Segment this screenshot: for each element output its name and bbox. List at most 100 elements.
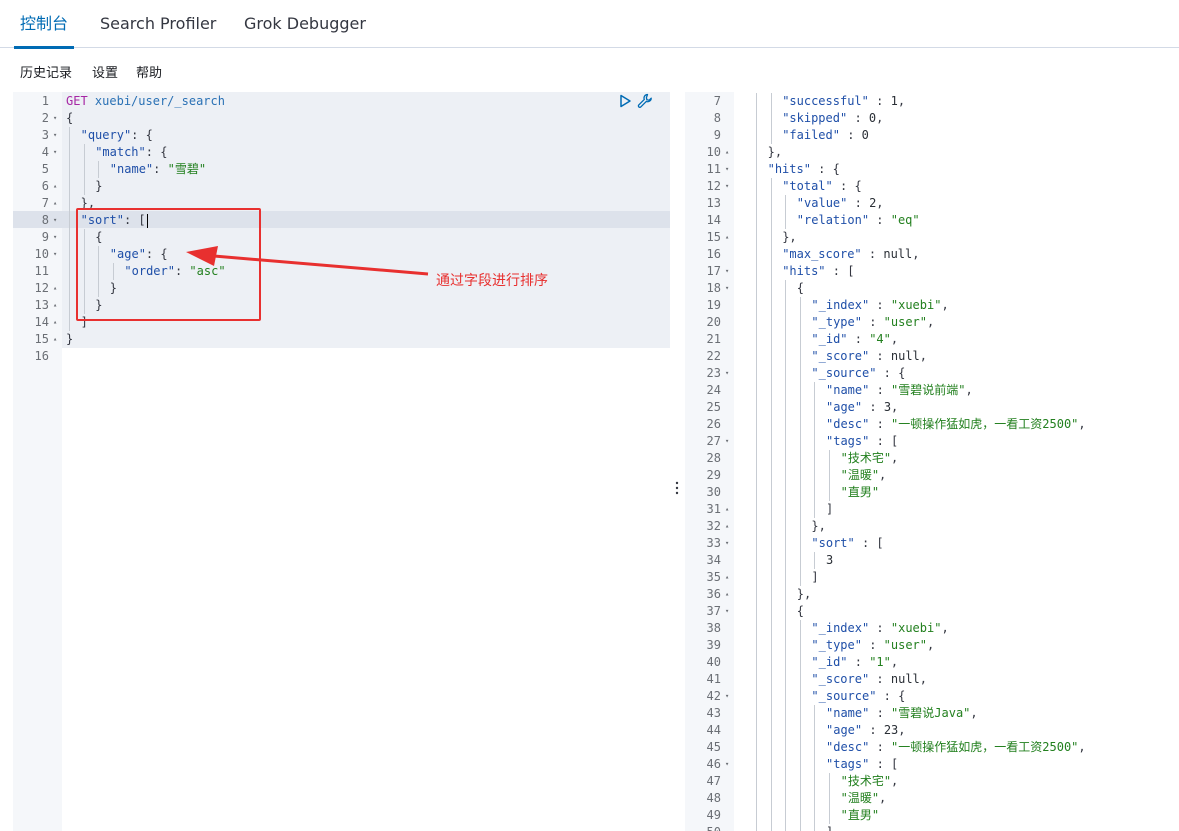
wrench-icon[interactable] [637, 93, 653, 109]
indent-guide [785, 671, 787, 688]
fold-open-icon[interactable]: ▾ [725, 433, 729, 450]
fold-close-icon[interactable]: ▴ [53, 195, 57, 212]
response-output[interactable]: 7 "successful" : 1, 8 "skipped" : 0, 9 "faile… [685, 92, 1179, 831]
indent-guide [799, 297, 801, 314]
indent-guide [785, 212, 787, 229]
indent-guide [785, 705, 787, 722]
code-token: : [862, 400, 884, 414]
line-number: 8 [713, 111, 721, 125]
indent-guide [770, 246, 772, 263]
fold-open-icon[interactable]: ▾ [725, 756, 729, 773]
indent-guide [756, 569, 757, 586]
code-token: "tags" [826, 757, 870, 771]
fold-open-icon[interactable]: ▾ [725, 603, 729, 620]
indent-guide [799, 705, 801, 722]
indent-guide [770, 671, 772, 688]
fold-close-icon[interactable]: ▴ [725, 586, 729, 603]
response-line: 37 ▾ { [685, 603, 1179, 620]
fold-open-icon[interactable]: ▾ [53, 110, 57, 127]
indent-guide [756, 110, 757, 127]
fold-close-icon[interactable]: ▴ [53, 280, 57, 297]
play-icon[interactable] [618, 94, 632, 108]
fold-open-icon[interactable]: ▾ [725, 263, 729, 280]
fold-close-icon[interactable]: ▴ [725, 229, 729, 246]
fold-close-icon[interactable]: ▴ [725, 144, 729, 161]
fold-close-icon[interactable]: ▴ [53, 178, 57, 195]
fold-close-icon[interactable]: ▴ [53, 314, 57, 331]
indent-guide [69, 297, 70, 314]
indent-guide [770, 365, 772, 382]
code-token: , [891, 400, 899, 414]
code-text: { [66, 110, 73, 127]
code-text: "_type" : "user", [811, 637, 934, 654]
menu-help[interactable]: 帮助 [136, 64, 162, 84]
fold-open-icon[interactable]: ▾ [53, 246, 57, 263]
response-line: 30 "直男" [685, 484, 1179, 501]
indent-guide [756, 484, 757, 501]
menu-history[interactable]: 历史记录 [20, 64, 72, 84]
fold-open-icon[interactable]: ▾ [725, 365, 729, 382]
code-text: 3 [826, 552, 833, 569]
code-text: "desc" : "一顿操作猛如虎，一看工资2500", [826, 739, 1086, 756]
line-number: 30 [706, 485, 721, 499]
code-token: "_id" [811, 332, 848, 346]
fold-close-icon[interactable]: ▴ [725, 824, 729, 831]
indent-guide [770, 416, 772, 433]
indent-guide [799, 501, 801, 518]
indent-guide [814, 705, 816, 722]
line-number: 36 [706, 587, 721, 601]
tab-grok-debugger[interactable]: Grok Debugger [244, 0, 366, 48]
indent-guide [69, 195, 70, 212]
menu-settings[interactable]: 设置 [92, 64, 118, 84]
fold-open-icon[interactable]: ▾ [53, 144, 57, 161]
indent-guide [785, 552, 787, 569]
code-token: "一顿操作猛如虎，一看工资2500" [891, 417, 1079, 431]
code-token: : [ [869, 434, 899, 448]
code-text: "温暖", [841, 467, 887, 484]
fold-open-icon[interactable]: ▾ [53, 212, 57, 229]
indent-guide [814, 756, 816, 773]
tab-bar: 控制台 Search Profiler Grok Debugger [0, 0, 1179, 49]
indent-guide [770, 450, 772, 467]
fold-open-icon[interactable]: ▾ [725, 535, 729, 552]
indent-guide [785, 416, 787, 433]
fold-open-icon[interactable]: ▾ [725, 178, 729, 195]
fold-close-icon[interactable]: ▴ [725, 518, 729, 535]
indent-guide [69, 229, 70, 246]
fold-open-icon[interactable]: ▾ [53, 229, 57, 246]
line-number: 27 [706, 434, 721, 448]
code-token: : [861, 315, 884, 329]
code-token: , [897, 94, 906, 108]
indent-guide [756, 688, 757, 705]
line-number: 9 [41, 230, 49, 244]
indent-guide [756, 399, 757, 416]
indent-guide [814, 552, 816, 569]
line-number: 16 [34, 349, 49, 363]
line-number: 7 [41, 196, 49, 210]
indent-guide [756, 773, 757, 790]
code-token: "xuebi" [890, 298, 942, 312]
response-line: 49 "直男" [685, 807, 1179, 824]
indent-guide [770, 501, 772, 518]
fold-close-icon[interactable]: ▴ [725, 501, 729, 518]
fold-open-icon[interactable]: ▾ [725, 161, 729, 178]
fold-open-icon[interactable]: ▾ [725, 688, 729, 705]
line-number: 10 [706, 145, 721, 159]
fold-close-icon[interactable]: ▴ [53, 297, 57, 314]
tab-search-profiler[interactable]: Search Profiler [100, 0, 216, 48]
tab-console[interactable]: 控制台 [13, 0, 75, 49]
indent-guide [770, 382, 772, 399]
indent-guide [785, 620, 787, 637]
line-number: 42 [706, 689, 721, 703]
fold-close-icon[interactable]: ▴ [53, 331, 57, 348]
fold-close-icon[interactable]: ▴ [725, 569, 729, 586]
line-number: 3 [41, 128, 49, 142]
fold-open-icon[interactable]: ▾ [725, 280, 729, 297]
response-line: 28 "技术宅", [685, 450, 1179, 467]
resize-handle-icon[interactable] [674, 480, 680, 496]
fold-open-icon[interactable]: ▾ [53, 127, 57, 144]
request-editor[interactable]: 1 GET xuebi/user/_search 2 ▾{3 ▾ "query": {4 ▾… [13, 92, 670, 831]
indent-guide [799, 824, 801, 831]
line-number: 33 [706, 536, 721, 550]
code-token: "sort" [811, 536, 855, 550]
